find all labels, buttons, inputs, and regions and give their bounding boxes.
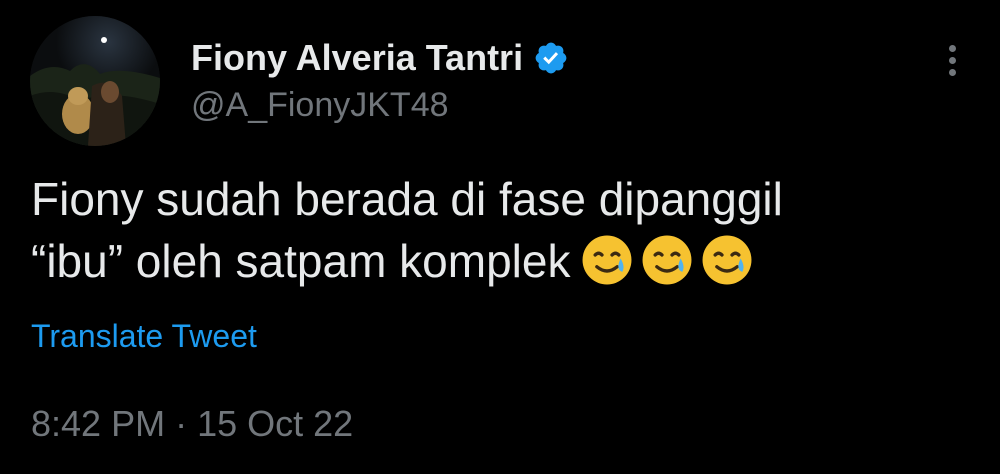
profile-avatar[interactable] — [30, 16, 160, 146]
more-dot — [948, 56, 956, 64]
verified-badge-icon — [533, 40, 569, 76]
smiling-face-with-tear-icon — [703, 235, 752, 285]
tweet-text-line-2: “ibu” oleh satpam komplek — [31, 235, 571, 287]
more-options-icon[interactable] — [934, 40, 970, 80]
author-handle[interactable]: @A_FionyJKT48 — [191, 84, 449, 126]
avatar-image — [30, 16, 160, 146]
tweet-time: 8:42 PM — [31, 403, 166, 444]
translate-tweet-link[interactable]: Translate Tweet — [31, 316, 257, 356]
tweet-text: Fiony sudah berada di fase dipanggil “ib… — [31, 168, 971, 292]
smiling-face-with-tear-icon — [643, 235, 692, 285]
tweet-text-line-1: Fiony sudah berada di fase dipanggil — [31, 173, 783, 225]
author-name-row[interactable]: Fiony Alveria Tantri — [191, 36, 569, 80]
more-dot — [948, 44, 956, 52]
smiling-face-with-tear-icon — [583, 235, 632, 285]
tweet-card: Fiony Alveria Tantri @A_FionyJKT48 Fiony… — [0, 0, 1000, 474]
more-dot — [948, 68, 956, 76]
author-display-name[interactable]: Fiony Alveria Tantri — [191, 36, 523, 80]
tweet-date: 15 Oct 22 — [197, 403, 354, 444]
emoji-group — [580, 233, 754, 287]
timestamp-separator: · — [175, 403, 188, 444]
tweet-timestamp[interactable]: 8:42 PM · 15 Oct 22 — [31, 402, 353, 446]
